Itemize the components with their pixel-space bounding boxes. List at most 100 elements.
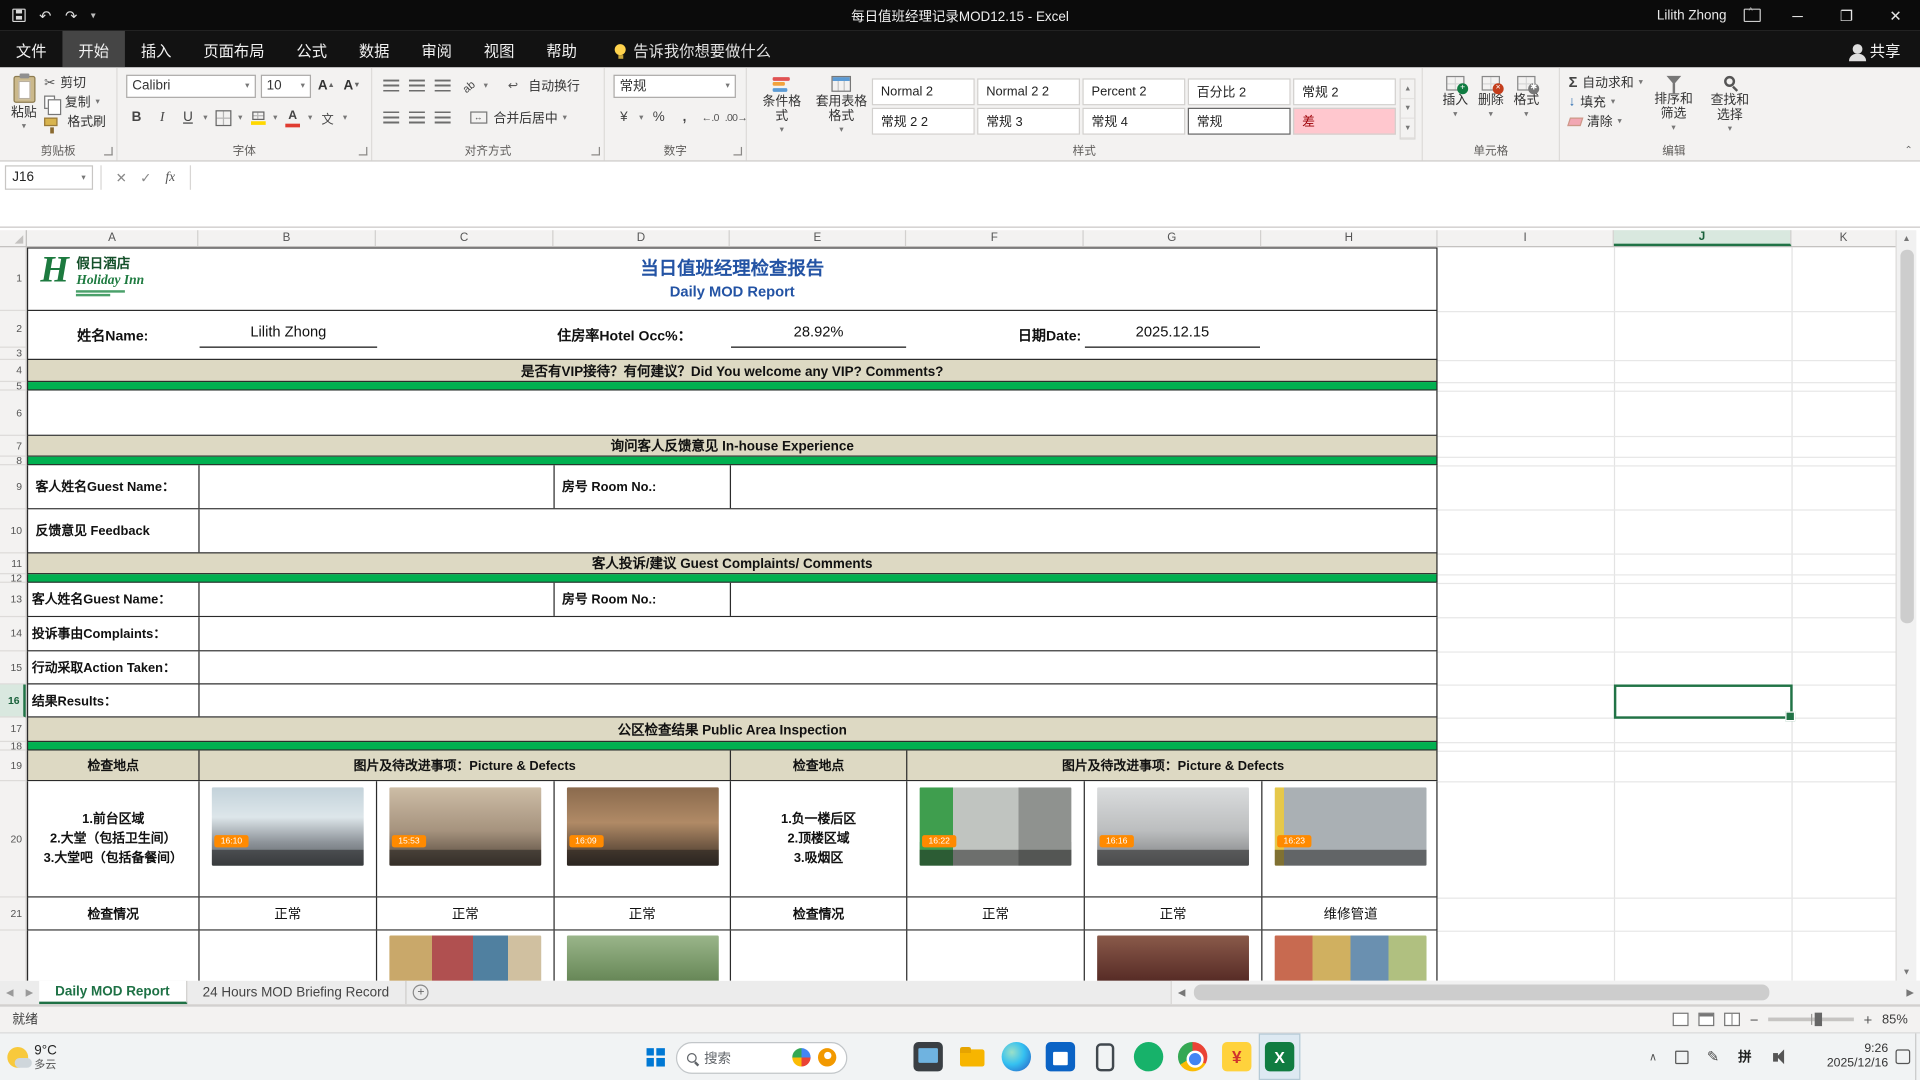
style-chip[interactable]: 常规 3 bbox=[978, 108, 1081, 135]
sheet-nav-left-icon[interactable]: ◀ bbox=[0, 981, 20, 1004]
row-header-16-selected[interactable]: 16 bbox=[0, 684, 26, 717]
results-cell[interactable] bbox=[200, 684, 1439, 716]
photo-corridor-dark[interactable] bbox=[1097, 936, 1249, 981]
gallery-down-icon[interactable]: ▼ bbox=[1401, 99, 1414, 119]
taskbar-app-terminal[interactable] bbox=[906, 1033, 950, 1080]
name-value[interactable]: Lilith Zhong bbox=[200, 317, 378, 348]
photo-back-area[interactable]: 16:22 bbox=[920, 787, 1072, 865]
complaint-detail-cell[interactable] bbox=[200, 617, 1439, 650]
tab-help[interactable]: 帮助 bbox=[530, 31, 592, 68]
vip-answer-cell[interactable] bbox=[27, 391, 1438, 436]
row-header[interactable]: 15 bbox=[0, 651, 26, 684]
vertical-scrollbar[interactable]: ▲ ▼ bbox=[1896, 230, 1917, 981]
align-right-icon[interactable] bbox=[432, 107, 453, 128]
delete-cells-button[interactable]: × 删除 ▾ bbox=[1473, 72, 1509, 124]
align-middle-icon[interactable] bbox=[407, 75, 428, 96]
col-header-c[interactable]: C bbox=[376, 230, 554, 246]
row-header[interactable]: 11 bbox=[0, 553, 26, 574]
scroll-right-icon[interactable]: ▶ bbox=[1900, 987, 1920, 998]
taskbar-app-excel-active[interactable]: X bbox=[1259, 1033, 1301, 1080]
clipboard-dialog-launcher[interactable] bbox=[104, 147, 113, 156]
increase-decimal-icon[interactable]: ←.0 bbox=[700, 107, 721, 128]
accounting-format-icon[interactable]: ¥ bbox=[613, 107, 634, 128]
col-header-b[interactable]: B bbox=[198, 230, 376, 246]
save-icon[interactable] bbox=[12, 9, 25, 22]
orientation-icon[interactable]: ab bbox=[454, 71, 483, 100]
close-button[interactable]: ✕ bbox=[1871, 0, 1920, 31]
borders-button[interactable] bbox=[212, 107, 233, 128]
sheet-tab-24h-briefing[interactable]: 24 Hours MOD Briefing Record bbox=[187, 981, 406, 1004]
taskbar-search[interactable]: 搜索 bbox=[676, 1041, 847, 1073]
formula-input[interactable] bbox=[198, 165, 1920, 189]
decrease-decimal-icon[interactable]: .00→ bbox=[726, 107, 747, 128]
col-header-e[interactable]: E bbox=[730, 230, 906, 246]
col-header-j-selected[interactable]: J bbox=[1614, 230, 1792, 246]
taskbar-app-explorer[interactable] bbox=[950, 1033, 994, 1080]
col-header-a[interactable]: A bbox=[27, 230, 198, 246]
find-select-button[interactable]: 查找和选择 ▾ bbox=[1702, 72, 1758, 138]
photo-front-desk[interactable]: 16:10 bbox=[212, 787, 364, 865]
occupancy-value[interactable]: 28.92% bbox=[731, 317, 906, 348]
col-header-k[interactable]: K bbox=[1791, 230, 1895, 246]
row-header[interactable]: 21 bbox=[0, 898, 26, 931]
align-bottom-icon[interactable] bbox=[432, 75, 453, 96]
clear-button[interactable]: 清除▾ bbox=[1566, 111, 1645, 131]
row-header[interactable] bbox=[0, 931, 26, 981]
row-header[interactable]: 12 bbox=[0, 574, 26, 583]
collapse-ribbon-icon[interactable]: ⌃ bbox=[1904, 144, 1912, 155]
style-chip[interactable]: Normal 2 bbox=[872, 78, 975, 105]
style-chip[interactable]: 常规 4 bbox=[1083, 108, 1186, 135]
tab-view[interactable]: 视图 bbox=[468, 31, 530, 68]
tab-formulas[interactable]: 公式 bbox=[280, 31, 342, 68]
horizontal-scroll-thumb[interactable] bbox=[1194, 984, 1770, 1000]
photo-rooftop[interactable]: 16:16 bbox=[1097, 787, 1249, 865]
row-header[interactable]: 4 bbox=[0, 360, 26, 382]
tab-data[interactable]: 数据 bbox=[343, 31, 405, 68]
cut-button[interactable]: ✂剪切 bbox=[42, 72, 109, 92]
complaint-room-cell[interactable] bbox=[731, 583, 1439, 616]
feedback-cell[interactable] bbox=[200, 509, 1439, 552]
account-name[interactable]: Lilith Zhong bbox=[1657, 8, 1727, 23]
fill-color-button[interactable] bbox=[247, 107, 268, 128]
row-header[interactable]: 20 bbox=[0, 781, 26, 897]
minimize-button[interactable]: ─ bbox=[1773, 0, 1822, 31]
row-header[interactable]: 7 bbox=[0, 436, 26, 457]
zoom-slider[interactable] bbox=[1768, 1018, 1854, 1022]
row-header[interactable]: 8 bbox=[0, 457, 26, 466]
weather-widget[interactable]: 9°C 多云 bbox=[7, 1033, 57, 1080]
tray-pen[interactable]: ✎ bbox=[1702, 1033, 1724, 1080]
start-button[interactable] bbox=[637, 1033, 674, 1080]
name-box[interactable]: J16▾ bbox=[5, 165, 93, 189]
style-chip[interactable]: Percent 2 bbox=[1083, 78, 1186, 105]
select-all-corner[interactable] bbox=[0, 230, 27, 247]
taskbar-clock[interactable]: 9:26 2025/12/16 bbox=[1800, 1033, 1888, 1080]
align-top-icon[interactable] bbox=[381, 75, 402, 96]
date-value[interactable]: 2025.12.15 bbox=[1085, 317, 1260, 348]
insert-function-icon[interactable]: fx bbox=[158, 170, 182, 185]
photo-shelves[interactable] bbox=[1275, 936, 1427, 981]
sheet-tab-daily-mod-report[interactable]: Daily MOD Report bbox=[39, 981, 187, 1004]
style-chip-bad[interactable]: 差 bbox=[1294, 108, 1397, 135]
tab-review[interactable]: 审阅 bbox=[405, 31, 467, 68]
guest-name-cell[interactable] bbox=[200, 465, 555, 508]
zoom-out-icon[interactable]: − bbox=[1750, 1011, 1759, 1028]
increase-font-icon[interactable]: A▲ bbox=[316, 75, 337, 96]
tab-home[interactable]: 开始 bbox=[62, 31, 124, 68]
taskbar-app-chrome[interactable] bbox=[1171, 1033, 1215, 1080]
row-header[interactable]: 19 bbox=[0, 751, 26, 782]
page-break-view-icon[interactable] bbox=[1724, 1013, 1740, 1026]
italic-button[interactable]: I bbox=[152, 107, 173, 128]
row-header[interactable]: 10 bbox=[0, 509, 26, 553]
style-chip-selected[interactable]: 常规 bbox=[1188, 108, 1291, 135]
horizontal-scrollbar[interactable]: ◀ ▶ bbox=[1171, 981, 1920, 1004]
zoom-level[interactable]: 85% bbox=[1882, 1012, 1908, 1027]
scroll-up-icon[interactable]: ▲ bbox=[1897, 230, 1917, 247]
restore-button[interactable]: ❐ bbox=[1822, 0, 1871, 31]
normal-view-icon[interactable] bbox=[1673, 1013, 1689, 1026]
action-taken-cell[interactable] bbox=[200, 651, 1439, 683]
row-header[interactable]: 13 bbox=[0, 583, 26, 617]
align-left-icon[interactable] bbox=[381, 107, 402, 128]
row-header[interactable]: 5 bbox=[0, 382, 26, 391]
row-header[interactable]: 6 bbox=[0, 391, 26, 436]
style-chip[interactable]: 常规 2 2 bbox=[872, 108, 975, 135]
